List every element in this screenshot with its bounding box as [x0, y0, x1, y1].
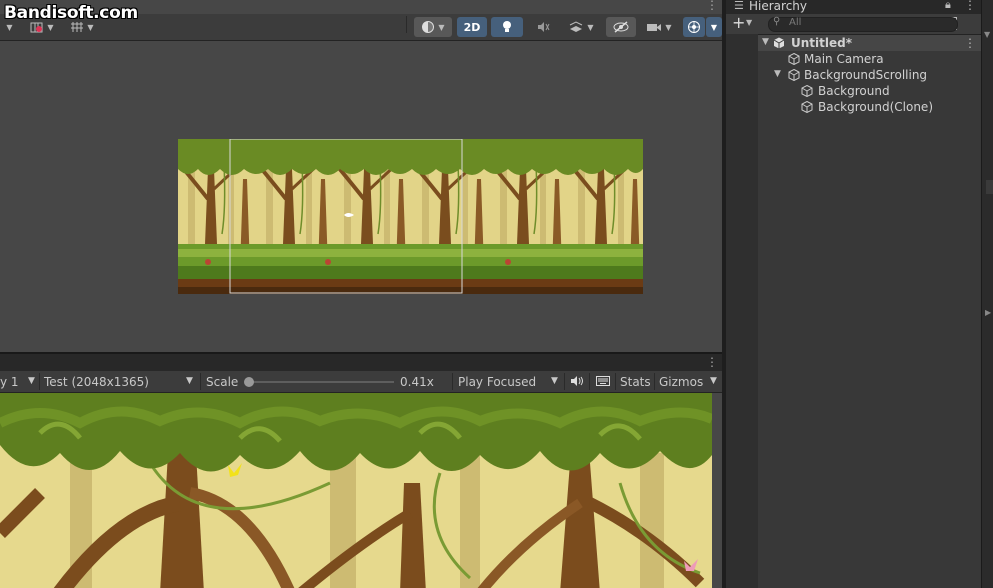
expand-arrow-icon[interactable]: ▶: [985, 308, 991, 317]
toolbar-separator: [200, 373, 201, 390]
hierarchy-item-backgroundscrolling[interactable]: ▼ BackgroundScrolling: [758, 67, 981, 83]
audio-toggle-button[interactable]: [528, 17, 558, 37]
hierarchy-menu-icon[interactable]: ⋮: [964, 0, 976, 12]
play-mode-select[interactable]: Play Focused: [458, 375, 536, 389]
add-dropdown-icon[interactable]: ▼: [746, 18, 752, 27]
game-panel-menu-icon[interactable]: ⋮: [706, 355, 718, 369]
scene-forest-sprite[interactable]: [178, 139, 643, 294]
game-tab-bar: ⋮: [0, 354, 722, 371]
toolbar-separator: [654, 373, 655, 390]
expand-arrow-icon[interactable]: ▼: [762, 37, 769, 47]
display-dropdown-icon[interactable]: ▼: [28, 376, 35, 386]
gizmos-toggle-button[interactable]: [683, 17, 705, 37]
scene-visibility-button[interactable]: [606, 17, 636, 37]
lock-icon[interactable]: 🔒︎: [945, 0, 951, 12]
effects-icon: [570, 21, 583, 32]
audio-icon[interactable]: [570, 375, 584, 387]
toolbar-separator: [589, 373, 590, 390]
display-select[interactable]: y 1: [0, 375, 19, 389]
hierarchy-item-label: Background: [818, 84, 890, 98]
camera-icon: [647, 24, 662, 31]
shading-mode-icon: [422, 21, 435, 33]
scene-menu-icon[interactable]: ⋮: [964, 36, 976, 50]
toolbar-separator: [406, 16, 407, 33]
scene-panel-menu-icon[interactable]: ⋮: [706, 0, 718, 12]
hierarchy-item-label: Main Camera: [804, 52, 884, 66]
inspector-edge-tab[interactable]: [986, 180, 993, 194]
hierarchy-item-label: BackgroundScrolling: [804, 68, 928, 82]
resolution-select[interactable]: Test (2048x1365): [44, 375, 149, 389]
play-mode-dropdown-icon[interactable]: ▼: [551, 376, 558, 386]
hierarchy-tab-title: Hierarchy: [749, 0, 808, 13]
search-icon: ⚲: [773, 16, 781, 27]
game-view-canvas[interactable]: [0, 393, 712, 588]
eye-hidden-icon: [613, 21, 629, 33]
scale-value: 0.41x: [400, 375, 434, 389]
lightbulb-icon: [503, 21, 511, 32]
recorder-watermark: Bandisoft.com: [4, 3, 138, 23]
gameobject-icon: [801, 101, 813, 113]
scale-slider-thumb[interactable]: [244, 377, 254, 387]
gameobject-icon: [788, 69, 800, 81]
toolbar-separator: [564, 373, 565, 390]
scale-label: Scale: [206, 375, 239, 389]
gameobject-icon: [801, 85, 813, 97]
hierarchy-gutter: [726, 34, 758, 588]
stats-button[interactable]: Stats: [620, 375, 651, 389]
toolbar-separator: [615, 373, 616, 390]
inspector-edge-panel: ▼ ▶: [981, 0, 993, 588]
resolution-dropdown-icon[interactable]: ▼: [186, 376, 193, 386]
effects-button[interactable]: ▼: [562, 17, 600, 37]
game-toolbar: y 1 ▼ Test (2048x1365) ▼ Scale 0.41x Pla…: [0, 371, 722, 393]
gameobject-icon: [788, 53, 800, 65]
hierarchy-search-input[interactable]: ⚲ All: [768, 16, 958, 32]
hierarchy-item-label: Untitled*: [791, 36, 852, 50]
search-placeholder: All: [789, 17, 802, 28]
hierarchy-item-main-camera[interactable]: Main Camera: [758, 51, 981, 67]
gizmos-dropdown-icon[interactable]: ▼: [710, 376, 717, 386]
hierarchy-item-background-clone[interactable]: Background(Clone): [758, 99, 981, 115]
hierarchy-tab-icon: ☰: [734, 0, 744, 12]
game-side-margin: [712, 393, 722, 588]
hierarchy-item-label: Background(Clone): [818, 100, 933, 114]
hierarchy-item-background[interactable]: Background: [758, 83, 981, 99]
gizmos-icon: [688, 21, 700, 33]
2d-toggle-button[interactable]: 2D: [457, 17, 487, 37]
unity-scene-icon: [773, 37, 785, 49]
camera-settings-button[interactable]: ▼: [640, 17, 678, 37]
toolbar-separator: [452, 373, 453, 390]
add-object-button[interactable]: +: [732, 14, 745, 32]
gizmos-dropdown[interactable]: ▼: [706, 17, 722, 37]
hierarchy-tab[interactable]: ☰ Hierarchy 🔒︎ ⋮: [726, 0, 981, 14]
gizmos-button[interactable]: Gizmos: [659, 375, 703, 389]
audio-muted-icon: [538, 22, 550, 32]
keyboard-icon[interactable]: [596, 376, 610, 386]
shading-mode-button[interactable]: ▼: [414, 17, 452, 37]
collapse-arrow-icon[interactable]: ▼: [984, 30, 990, 39]
expand-arrow-icon[interactable]: ▼: [774, 69, 781, 79]
lighting-toggle-button[interactable]: [491, 17, 523, 37]
toolbar-separator: [39, 373, 40, 390]
scale-slider-track[interactable]: [248, 381, 394, 383]
hierarchy-scene-row[interactable]: ▼ Untitled* ⋮: [758, 35, 981, 51]
